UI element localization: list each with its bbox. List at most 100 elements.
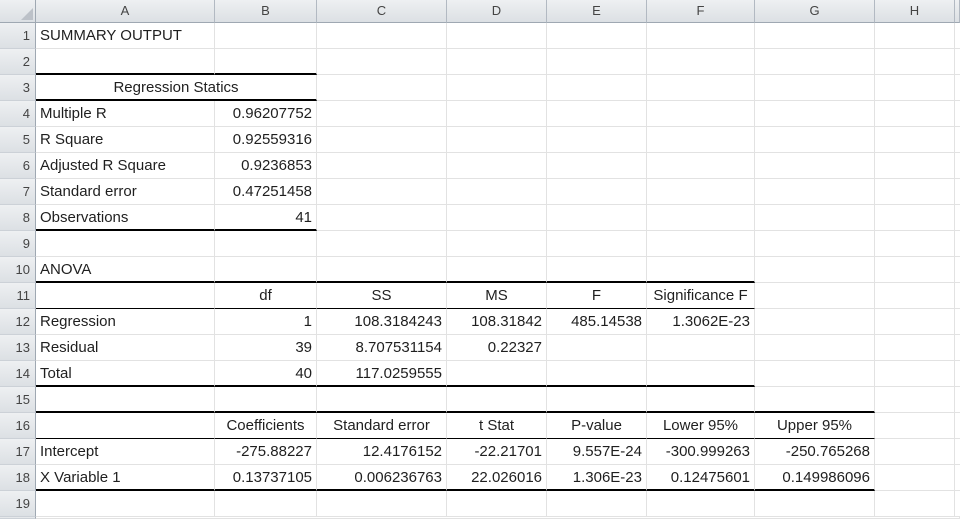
row-header-8[interactable]: 8 bbox=[0, 205, 36, 231]
cell-a15[interactable] bbox=[36, 387, 215, 413]
cell-d15[interactable] bbox=[447, 387, 547, 413]
cell-e9[interactable] bbox=[547, 231, 647, 257]
cell-c18[interactable]: 0.006236763 bbox=[317, 465, 447, 491]
cell-e6[interactable] bbox=[547, 153, 647, 179]
cell-f2[interactable] bbox=[647, 49, 755, 75]
cell-e4[interactable] bbox=[547, 101, 647, 127]
cell-g7[interactable] bbox=[755, 179, 875, 205]
cell-f18[interactable]: 0.12475601 bbox=[647, 465, 755, 491]
cell-f3[interactable] bbox=[647, 75, 755, 101]
cell-b2[interactable] bbox=[215, 49, 317, 75]
cell-h12[interactable] bbox=[875, 309, 955, 335]
cell-b1[interactable] bbox=[215, 23, 317, 49]
cell-c15[interactable] bbox=[317, 387, 447, 413]
cell-g5[interactable] bbox=[755, 127, 875, 153]
column-header-c[interactable]: C bbox=[317, 0, 447, 23]
cell-b9[interactable] bbox=[215, 231, 317, 257]
cell-e13[interactable] bbox=[547, 335, 647, 361]
cell-a1[interactable]: SUMMARY OUTPUT bbox=[36, 23, 215, 49]
row-header-18[interactable]: 18 bbox=[0, 465, 36, 491]
column-header-h[interactable]: H bbox=[875, 0, 955, 23]
cell-g16[interactable]: Upper 95% bbox=[755, 413, 875, 439]
cell-a13[interactable]: Residual bbox=[36, 335, 215, 361]
cell-b17[interactable]: -275.88227 bbox=[215, 439, 317, 465]
cell-a16[interactable] bbox=[36, 413, 215, 439]
cell-h1[interactable] bbox=[875, 23, 955, 49]
cell-e15[interactable] bbox=[547, 387, 647, 413]
cell-h6[interactable] bbox=[875, 153, 955, 179]
cell-h9[interactable] bbox=[875, 231, 955, 257]
cell-a19[interactable] bbox=[36, 491, 215, 517]
cell-f17[interactable]: -300.999263 bbox=[647, 439, 755, 465]
row-header-10[interactable]: 10 bbox=[0, 257, 36, 283]
cell-d4[interactable] bbox=[447, 101, 547, 127]
row-header-2[interactable]: 2 bbox=[0, 49, 36, 75]
cell-c19[interactable] bbox=[317, 491, 447, 517]
cell-f8[interactable] bbox=[647, 205, 755, 231]
row-header-16[interactable]: 16 bbox=[0, 413, 36, 439]
cell-c14[interactable]: 117.0259555 bbox=[317, 361, 447, 387]
cell-h14[interactable] bbox=[875, 361, 955, 387]
cell-a18[interactable]: X Variable 1 bbox=[36, 465, 215, 491]
cell-a10[interactable]: ANOVA bbox=[36, 257, 215, 283]
cell-c1[interactable] bbox=[317, 23, 447, 49]
cell-b5[interactable]: 0.92559316 bbox=[215, 127, 317, 153]
cell-h13[interactable] bbox=[875, 335, 955, 361]
cell-h8[interactable] bbox=[875, 205, 955, 231]
cell-g12[interactable] bbox=[755, 309, 875, 335]
row-header-19[interactable]: 19 bbox=[0, 491, 36, 517]
cell-e16[interactable]: P-value bbox=[547, 413, 647, 439]
cell-f13[interactable] bbox=[647, 335, 755, 361]
cell-b13[interactable]: 39 bbox=[215, 335, 317, 361]
cell-b18[interactable]: 0.13737105 bbox=[215, 465, 317, 491]
cell-c8[interactable] bbox=[317, 205, 447, 231]
cell-c7[interactable] bbox=[317, 179, 447, 205]
cell-c6[interactable] bbox=[317, 153, 447, 179]
cell-a9[interactable] bbox=[36, 231, 215, 257]
select-all-corner[interactable] bbox=[0, 0, 36, 23]
cell-g9[interactable] bbox=[755, 231, 875, 257]
cell-h19[interactable] bbox=[875, 491, 955, 517]
cell-d11[interactable]: MS bbox=[447, 283, 547, 309]
row-header-1[interactable]: 1 bbox=[0, 23, 36, 49]
cell-d6[interactable] bbox=[447, 153, 547, 179]
cell-c16[interactable]: Standard error bbox=[317, 413, 447, 439]
cell-d17[interactable]: -22.21701 bbox=[447, 439, 547, 465]
cell-a7[interactable]: Standard error bbox=[36, 179, 215, 205]
cell-g3[interactable] bbox=[755, 75, 875, 101]
cell-g17[interactable]: -250.765268 bbox=[755, 439, 875, 465]
cell-c10[interactable] bbox=[317, 257, 447, 283]
cell-d13[interactable]: 0.22327 bbox=[447, 335, 547, 361]
cell-g11[interactable] bbox=[755, 283, 875, 309]
cell-a5[interactable]: R Square bbox=[36, 127, 215, 153]
cell-a2[interactable] bbox=[36, 49, 215, 75]
row-header-14[interactable]: 14 bbox=[0, 361, 36, 387]
cell-b15[interactable] bbox=[215, 387, 317, 413]
cell-g13[interactable] bbox=[755, 335, 875, 361]
cell-f14[interactable] bbox=[647, 361, 755, 387]
cell-a3[interactable]: Regression Statics bbox=[36, 75, 317, 101]
cell-a12[interactable]: Regression bbox=[36, 309, 215, 335]
cell-e10[interactable] bbox=[547, 257, 647, 283]
row-header-13[interactable]: 13 bbox=[0, 335, 36, 361]
cell-h16[interactable] bbox=[875, 413, 955, 439]
cell-d10[interactable] bbox=[447, 257, 547, 283]
cell-f19[interactable] bbox=[647, 491, 755, 517]
cell-g8[interactable] bbox=[755, 205, 875, 231]
cell-h7[interactable] bbox=[875, 179, 955, 205]
cell-f10[interactable] bbox=[647, 257, 755, 283]
cell-g4[interactable] bbox=[755, 101, 875, 127]
cell-f7[interactable] bbox=[647, 179, 755, 205]
cell-a8[interactable]: Observations bbox=[36, 205, 215, 231]
cell-f9[interactable] bbox=[647, 231, 755, 257]
cell-c17[interactable]: 12.4176152 bbox=[317, 439, 447, 465]
column-header-a[interactable]: A bbox=[36, 0, 215, 23]
cell-a6[interactable]: Adjusted R Square bbox=[36, 153, 215, 179]
cell-b11[interactable]: df bbox=[215, 283, 317, 309]
cell-h15[interactable] bbox=[875, 387, 955, 413]
cell-f4[interactable] bbox=[647, 101, 755, 127]
cell-e2[interactable] bbox=[547, 49, 647, 75]
column-header-g[interactable]: G bbox=[755, 0, 875, 23]
cell-d19[interactable] bbox=[447, 491, 547, 517]
cell-c11[interactable]: SS bbox=[317, 283, 447, 309]
